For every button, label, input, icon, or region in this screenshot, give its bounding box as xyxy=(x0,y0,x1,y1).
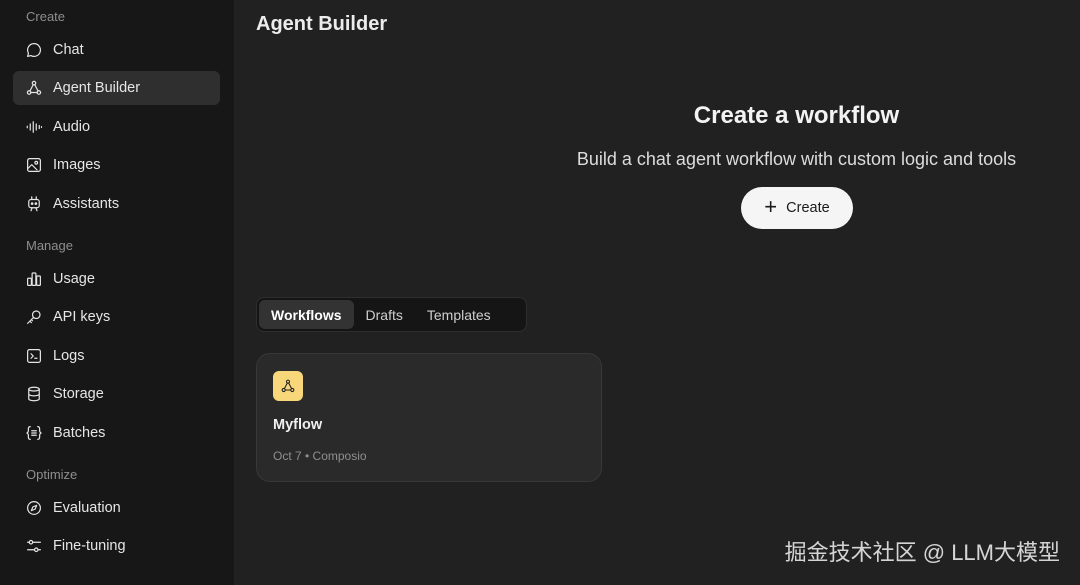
create-button-label: Create xyxy=(786,200,830,216)
sidebar-item-batches[interactable]: Batches xyxy=(13,416,220,450)
tab-workflows[interactable]: Workflows xyxy=(259,300,354,329)
workflow-card[interactable]: Myflow Oct 7 • Composio xyxy=(256,353,602,482)
sidebar-item-chat[interactable]: Chat xyxy=(13,33,220,67)
workflow-title: Myflow xyxy=(273,417,323,433)
sidebar-item-label: Evaluation xyxy=(53,500,121,516)
sidebar-item-logs[interactable]: Logs xyxy=(13,339,220,373)
sidebar-item-images[interactable]: Images xyxy=(13,148,220,182)
create-workflow-button[interactable]: + Create xyxy=(741,187,853,229)
workflow-meta: Oct 7 • Composio xyxy=(273,449,367,463)
sliders-icon xyxy=(25,537,43,555)
tab-drafts[interactable]: Drafts xyxy=(354,300,415,329)
section-label-manage: Manage xyxy=(26,238,73,253)
agent-builder-icon xyxy=(25,79,43,97)
image-icon xyxy=(25,156,43,174)
sidebar-item-label: Logs xyxy=(53,348,85,364)
sidebar-item-api-keys[interactable]: API keys xyxy=(13,300,220,334)
sidebar-item-label: Images xyxy=(53,157,101,173)
sidebar-item-label: Batches xyxy=(53,425,106,441)
bar-chart-icon xyxy=(25,270,43,288)
key-icon xyxy=(25,308,43,326)
sidebar-item-agent-builder[interactable]: Agent Builder xyxy=(13,71,220,105)
section-label-create: Create xyxy=(26,9,66,24)
sidebar-item-label: Assistants xyxy=(53,196,120,212)
sidebar-item-label: Agent Builder xyxy=(53,80,141,96)
chat-bubble-icon xyxy=(25,41,43,59)
tab-templates[interactable]: Templates xyxy=(415,300,503,329)
sidebar-item-label: Chat xyxy=(53,42,84,58)
sidebar-item-audio[interactable]: Audio xyxy=(13,110,220,144)
section-label-optimize: Optimize xyxy=(26,467,78,482)
sidebar-item-usage[interactable]: Usage xyxy=(13,262,220,296)
page-title: Agent Builder xyxy=(256,13,388,35)
hero-subtitle: Build a chat agent workflow with custom … xyxy=(576,149,1017,169)
workflow-tabs: Workflows Drafts Templates xyxy=(256,297,527,332)
braces-list-icon xyxy=(25,424,43,442)
sidebar: Create Chat Agent Builder Audio Images A… xyxy=(0,0,234,585)
sidebar-item-label: Audio xyxy=(53,119,91,135)
terminal-icon xyxy=(25,347,43,365)
compass-icon xyxy=(25,499,43,517)
workflow-icon xyxy=(273,371,303,401)
main-content: Agent Builder Create a workflow Build a … xyxy=(234,0,1080,585)
sidebar-item-label: Fine-tuning xyxy=(53,538,126,554)
sidebar-item-label: Usage xyxy=(53,271,95,287)
waveform-icon xyxy=(25,118,43,136)
robot-icon xyxy=(25,195,43,213)
sidebar-item-label: API keys xyxy=(53,309,111,325)
sidebar-item-assistants[interactable]: Assistants xyxy=(13,187,220,221)
hero-title: Create a workflow xyxy=(693,102,900,129)
sidebar-item-storage[interactable]: Storage xyxy=(13,377,220,411)
database-icon xyxy=(25,385,43,403)
sidebar-item-label: Storage xyxy=(53,386,104,402)
watermark: 掘金技术社区 @ LLM大模型 xyxy=(784,540,1060,565)
plus-icon: + xyxy=(764,194,778,219)
sidebar-item-evaluation[interactable]: Evaluation xyxy=(13,491,220,525)
sidebar-item-fine-tuning[interactable]: Fine-tuning xyxy=(13,529,220,563)
